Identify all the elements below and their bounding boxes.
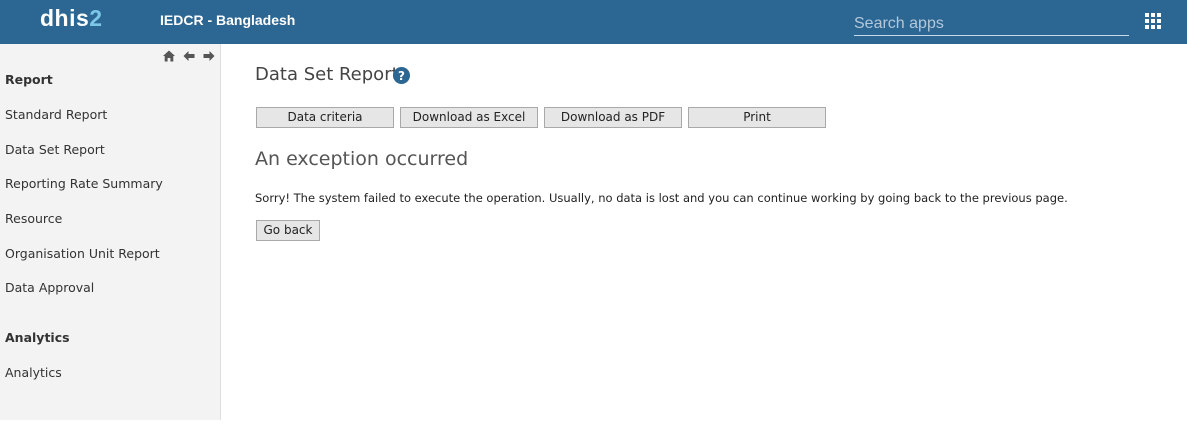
sidebar-heading-analytics: Analytics bbox=[5, 330, 70, 345]
download-pdf-button[interactable]: Download as PDF bbox=[544, 107, 682, 128]
question-circle-icon[interactable]: ? bbox=[393, 67, 410, 84]
search-apps-input[interactable] bbox=[854, 8, 1129, 36]
sidebar-item-standard-report[interactable]: Standard Report bbox=[5, 107, 107, 122]
page-title: Data Set Report bbox=[255, 64, 399, 85]
logo-accent: 2 bbox=[89, 5, 103, 31]
download-excel-button[interactable]: Download as Excel bbox=[400, 107, 538, 128]
sidebar-heading-report: Report bbox=[5, 72, 53, 87]
sidebar-item-data-approval[interactable]: Data Approval bbox=[5, 280, 94, 295]
dhis2-logo[interactable]: dhis2 bbox=[40, 5, 103, 32]
data-criteria-button[interactable]: Data criteria bbox=[256, 107, 394, 128]
print-button[interactable]: Print bbox=[688, 107, 826, 128]
top-header-bar: dhis2 IEDCR - Bangladesh bbox=[0, 0, 1187, 44]
home-icon[interactable] bbox=[162, 49, 176, 63]
instance-name: IEDCR - Bangladesh bbox=[160, 12, 296, 28]
sidebar-item-organisation-unit-report[interactable]: Organisation Unit Report bbox=[5, 246, 160, 261]
sidebar-item-data-set-report[interactable]: Data Set Report bbox=[5, 142, 105, 157]
go-back-button[interactable]: Go back bbox=[256, 220, 320, 241]
left-sidebar: Report Standard Report Data Set Report R… bbox=[0, 44, 221, 420]
sidebar-item-resource[interactable]: Resource bbox=[5, 211, 62, 226]
arrow-left-icon[interactable] bbox=[182, 49, 196, 63]
svg-text:?: ? bbox=[398, 69, 405, 83]
error-message: Sorry! The system failed to execute the … bbox=[255, 191, 1068, 205]
logo-text: dhis bbox=[40, 5, 90, 31]
sidebar-item-analytics[interactable]: Analytics bbox=[5, 365, 62, 380]
error-title: An exception occurred bbox=[255, 148, 469, 170]
arrow-right-icon[interactable] bbox=[202, 49, 216, 63]
sidebar-item-reporting-rate-summary[interactable]: Reporting Rate Summary bbox=[5, 176, 163, 191]
sidebar-nav-icons bbox=[162, 49, 216, 63]
grid-icon[interactable] bbox=[1145, 13, 1161, 29]
